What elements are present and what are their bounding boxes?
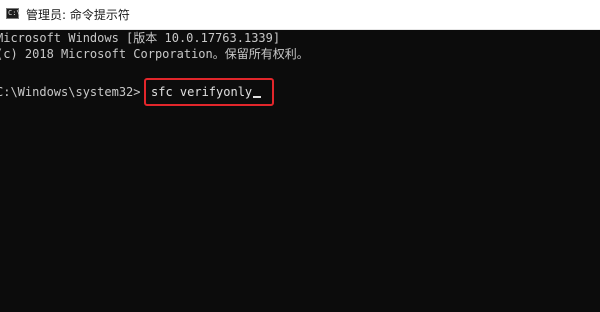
title-bar[interactable]: C:\ 管理员: 命令提示符 [0,0,600,30]
window-title: 管理员: 命令提示符 [26,8,130,22]
text-cursor [253,96,262,98]
cmd-icon-glyph: C:\ [8,9,21,17]
prompt-path: C:\Windows\system32> [0,85,141,99]
command-prompt-window: C:\ 管理员: 命令提示符 Microsoft Windows [版本 10.… [0,0,600,312]
command-text: sfc verifyonly [151,85,253,99]
command-input[interactable]: sfc verifyonly [151,84,262,100]
copyright-line: (c) 2018 Microsoft Corporation。保留所有权利。 [0,47,309,61]
console-area[interactable]: Microsoft Windows [版本 10.0.17763.1339] (… [0,30,600,312]
version-line: Microsoft Windows [版本 10.0.17763.1339] [0,31,281,45]
cmd-icon: C:\ [6,8,21,19]
